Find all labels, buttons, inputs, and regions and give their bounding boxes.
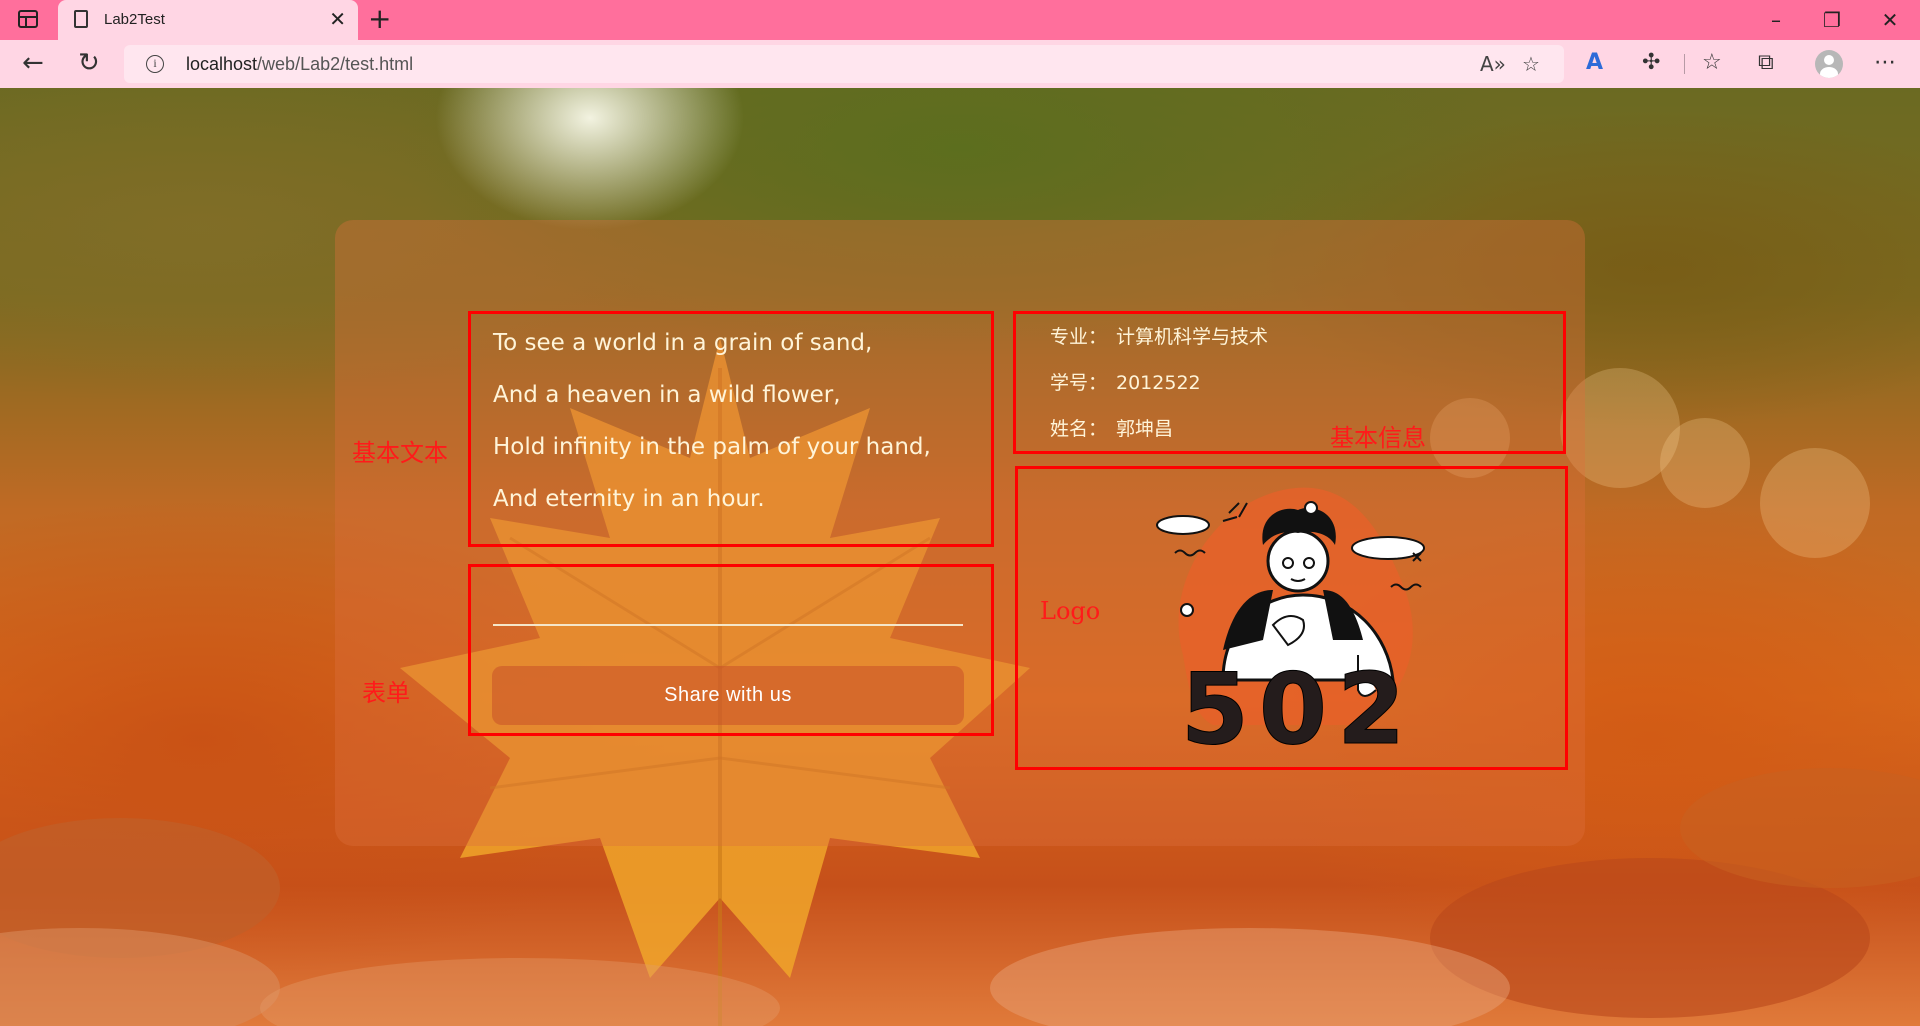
restore-icon[interactable]: ❐ bbox=[1812, 6, 1852, 34]
poem-section: To see a world in a grain of sand, And a… bbox=[468, 311, 994, 547]
poem-line: Hold infinity in the palm of your hand, bbox=[493, 434, 931, 460]
info-key: 姓名： bbox=[1050, 418, 1108, 440]
page-icon bbox=[74, 10, 88, 28]
poem-line: To see a world in a grain of sand, bbox=[493, 330, 873, 356]
annotation-form: 表单 bbox=[362, 679, 410, 707]
text-input[interactable] bbox=[493, 624, 963, 626]
browser-tab[interactable]: Lab2Test ✕ bbox=[58, 0, 358, 40]
address-bar[interactable]: i localhost/web/Lab2/test.html A» ☆ bbox=[124, 45, 1564, 83]
info-row-name: 姓名： 郭坤昌 bbox=[1050, 414, 1173, 441]
form-section: Share with us bbox=[468, 564, 994, 736]
logo-section: 502 bbox=[1015, 466, 1568, 770]
profile-avatar[interactable] bbox=[1815, 50, 1843, 78]
site-info-icon[interactable]: i bbox=[146, 55, 164, 73]
share-button[interactable]: Share with us bbox=[492, 666, 964, 725]
poem-line: And eternity in an hour. bbox=[493, 486, 765, 512]
minimize-icon[interactable]: – bbox=[1756, 6, 1796, 34]
window-close-icon[interactable]: ✕ bbox=[1870, 6, 1910, 34]
info-key: 专业： bbox=[1050, 326, 1108, 348]
info-row-student-id: 学号： 2012522 bbox=[1050, 368, 1201, 395]
logo-number-text: 502 bbox=[1181, 653, 1416, 765]
browser-titlebar: Lab2Test ✕ + – ❐ ✕ bbox=[0, 0, 1920, 40]
basic-info-section: 专业： 计算机科学与技术 学号： 2012522 姓名： 郭坤昌 bbox=[1013, 311, 1566, 454]
logo-illustration: 502 bbox=[1156, 487, 1425, 765]
annotation-basic-text: 基本文本 bbox=[352, 439, 448, 467]
back-icon[interactable]: ← bbox=[22, 48, 44, 78]
info-row-major: 专业： 计算机科学与技术 bbox=[1050, 322, 1268, 349]
background-bokeh bbox=[1660, 418, 1750, 508]
more-icon[interactable]: ⋯ bbox=[1874, 50, 1896, 76]
close-tab-icon[interactable]: ✕ bbox=[329, 7, 346, 31]
info-value: 计算机科学与技术 bbox=[1116, 326, 1269, 348]
toolbar-divider bbox=[1684, 54, 1685, 74]
browser-toolbar: ← ↻ i localhost/web/Lab2/test.html A» ☆ … bbox=[0, 40, 1920, 88]
info-value: 2012522 bbox=[1116, 372, 1201, 394]
info-value: 郭坤昌 bbox=[1116, 418, 1174, 440]
url-text[interactable]: localhost/web/Lab2/test.html bbox=[186, 54, 413, 75]
new-tab-icon[interactable]: + bbox=[368, 4, 391, 34]
background-bokeh bbox=[1760, 448, 1870, 558]
tab-title: Lab2Test bbox=[104, 11, 165, 28]
extensions-icon[interactable]: ✣ bbox=[1642, 50, 1660, 76]
collections-icon[interactable]: ⧉ bbox=[1758, 50, 1774, 76]
favorites-icon[interactable]: ☆ bbox=[1702, 50, 1722, 76]
info-key: 学号： bbox=[1050, 372, 1108, 394]
translate-icon[interactable]: A bbox=[1586, 50, 1603, 76]
favorite-add-icon[interactable]: ☆ bbox=[1522, 52, 1540, 76]
tab-actions-icon[interactable] bbox=[18, 10, 38, 28]
reload-icon[interactable]: ↻ bbox=[78, 48, 100, 78]
read-aloud-icon[interactable]: A» bbox=[1480, 52, 1506, 76]
poem-line: And a heaven in a wild flower, bbox=[493, 382, 841, 408]
